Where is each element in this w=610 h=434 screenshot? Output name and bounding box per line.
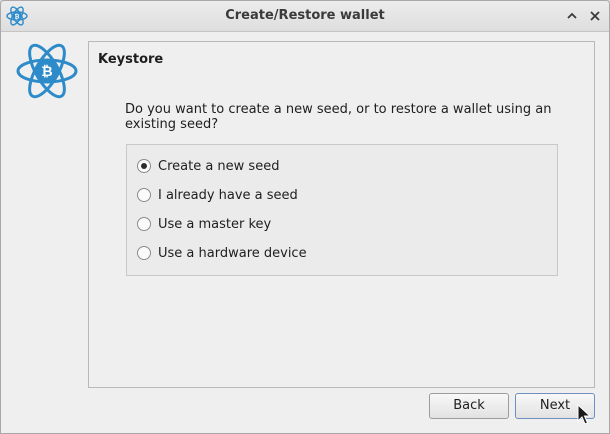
chevron-up-icon[interactable] bbox=[564, 8, 580, 24]
radio-button[interactable] bbox=[137, 188, 151, 202]
radio-button[interactable] bbox=[137, 246, 151, 260]
keystore-panel: Keystore Do you want to create a new see… bbox=[88, 41, 595, 388]
option-label: I already have a seed bbox=[158, 187, 298, 203]
option-label: Use a master key bbox=[158, 216, 272, 232]
option-label: Use a hardware device bbox=[158, 245, 307, 261]
radio-button[interactable] bbox=[137, 217, 151, 231]
close-icon[interactable] bbox=[587, 8, 603, 24]
title-bar: ₿ Create/Restore wallet bbox=[1, 1, 609, 32]
question-text: Do you want to create a new seed, or to … bbox=[125, 102, 552, 132]
options-group: Create a new seed I already have a seed … bbox=[126, 144, 558, 276]
svg-text:₿: ₿ bbox=[41, 64, 52, 80]
wizard-window: ₿ Create/Restore wallet ₿ Keystore Do yo… bbox=[0, 0, 610, 434]
option-hardware-device[interactable]: Use a hardware device bbox=[137, 243, 307, 263]
mouse-cursor-icon bbox=[577, 403, 592, 426]
window-title: Create/Restore wallet bbox=[225, 8, 385, 23]
panel-title: Keystore bbox=[98, 52, 164, 67]
option-already-have-seed[interactable]: I already have a seed bbox=[137, 185, 298, 205]
option-master-key[interactable]: Use a master key bbox=[137, 214, 271, 234]
electrum-logo-icon: ₿ bbox=[15, 41, 79, 101]
option-create-new-seed[interactable]: Create a new seed bbox=[137, 156, 279, 176]
radio-button-checked[interactable] bbox=[137, 159, 151, 173]
option-label: Create a new seed bbox=[158, 158, 280, 174]
back-button[interactable]: Back bbox=[429, 393, 509, 419]
